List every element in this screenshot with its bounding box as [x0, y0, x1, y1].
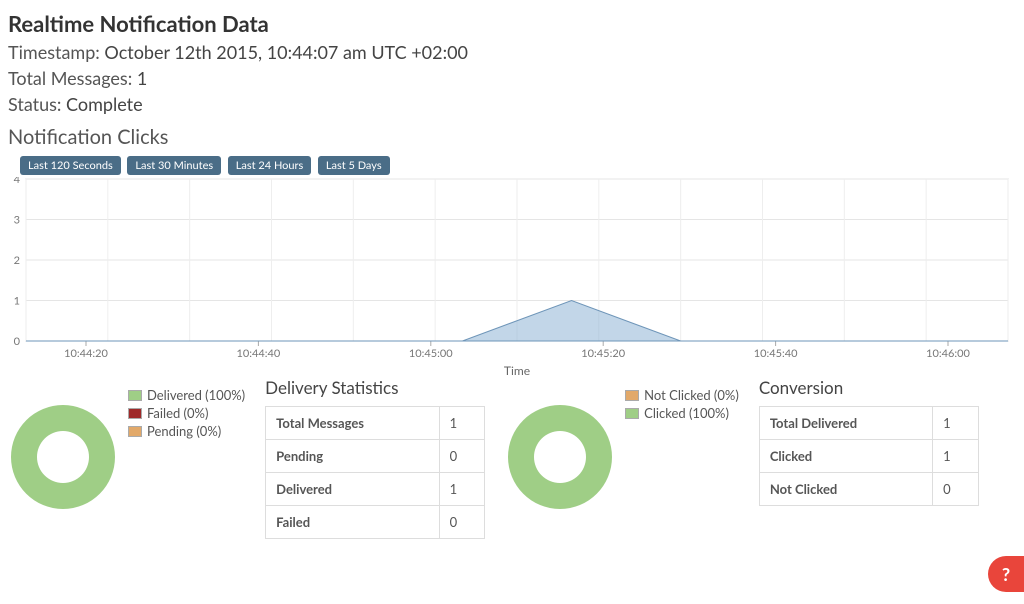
stat-value: 1 [933, 407, 979, 440]
stat-label: Not Clicked [759, 473, 932, 506]
total-messages-line: Total Messages: 1 [8, 67, 1016, 89]
legend-label: Failed (0%) [147, 405, 208, 421]
table-row: Clicked1 [759, 440, 978, 473]
time-btn-5d[interactable]: Last 5 Days [318, 156, 390, 175]
table-row: Total Delivered1 [759, 407, 978, 440]
legend-label: Not Clicked (0%) [644, 387, 739, 403]
stat-label: Total Delivered [759, 407, 932, 440]
legend-item: Failed (0%) [128, 405, 245, 421]
legend-label: Delivered (100%) [147, 387, 245, 403]
table-row: Failed0 [266, 506, 485, 539]
svg-text:Time: Time [504, 363, 530, 377]
stat-label: Failed [266, 506, 440, 539]
legend-item: Delivered (100%) [128, 387, 245, 403]
conversion-legend: Not Clicked (0%) Clicked (100%) [625, 387, 739, 423]
time-btn-120s[interactable]: Last 120 Seconds [20, 156, 121, 175]
svg-text:3: 3 [14, 214, 20, 227]
svg-text:10:45:00: 10:45:00 [409, 347, 453, 360]
svg-text:10:44:40: 10:44:40 [237, 347, 281, 360]
legend-swatch [625, 408, 639, 419]
stat-value: 1 [439, 473, 485, 506]
timestamp-value: October 12th 2015, 10:44:07 am UTC +02:0… [104, 41, 468, 63]
time-btn-30m[interactable]: Last 30 Minutes [127, 156, 221, 175]
svg-text:2: 2 [14, 254, 20, 267]
total-messages-label: Total Messages: [8, 67, 132, 89]
stat-label: Delivered [266, 473, 440, 506]
svg-text:1: 1 [14, 295, 20, 308]
svg-text:10:46:00: 10:46:00 [926, 347, 970, 360]
svg-text:0: 0 [14, 335, 21, 348]
svg-text:10:44:20: 10:44:20 [64, 347, 108, 360]
clicks-section-title: Notification Clicks [8, 125, 1016, 149]
time-range-buttons: Last 120 Seconds Last 30 Minutes Last 24… [20, 155, 1016, 175]
delivery-legend: Delivered (100%) Failed (0%) Pending (0%) [128, 387, 245, 441]
conversion-stats-panel: Conversion Total Delivered1Clicked1Not C… [759, 377, 979, 539]
legend-item: Not Clicked (0%) [625, 387, 739, 403]
legend-item: Pending (0%) [128, 423, 245, 439]
stat-value: 1 [933, 440, 979, 473]
stat-label: Clicked [759, 440, 932, 473]
legend-swatch [625, 390, 639, 401]
conversion-stats-title: Conversion [759, 377, 979, 398]
stat-value: 0 [933, 473, 979, 506]
svg-text:4: 4 [14, 177, 21, 186]
stat-label: Total Messages [266, 407, 440, 440]
conversion-donut-panel: Not Clicked (0%) Clicked (100%) [505, 377, 739, 539]
status-value: Complete [66, 93, 143, 115]
table-row: Not Clicked0 [759, 473, 978, 506]
legend-item: Clicked (100%) [625, 405, 739, 421]
stat-value: 0 [439, 440, 485, 473]
legend-label: Clicked (100%) [644, 405, 729, 421]
conversion-stats-table: Total Delivered1Clicked1Not Clicked0 [759, 406, 979, 506]
stat-value: 0 [439, 506, 485, 539]
delivery-donut-panel: Delivered (100%) Failed (0%) Pending (0%) [8, 377, 245, 539]
delivery-stats-panel: Delivery Statistics Total Messages1Pendi… [265, 377, 485, 539]
stat-label: Pending [266, 440, 440, 473]
page-title: Realtime Notification Data [8, 10, 1016, 37]
svg-text:10:45:40: 10:45:40 [754, 347, 798, 360]
legend-swatch [128, 390, 142, 401]
delivery-stats-table: Total Messages1Pending0Delivered1Failed0 [265, 406, 485, 539]
timestamp-line: Timestamp: October 12th 2015, 10:44:07 a… [8, 41, 1016, 63]
help-button[interactable]: ? [988, 556, 1024, 592]
status-label: Status: [8, 93, 61, 115]
legend-swatch [128, 426, 142, 437]
table-row: Total Messages1 [266, 407, 485, 440]
legend-label: Pending (0%) [147, 423, 221, 439]
time-btn-24h[interactable]: Last 24 Hours [228, 156, 312, 175]
stat-value: 1 [439, 407, 485, 440]
status-line: Status: Complete [8, 93, 1016, 115]
table-row: Pending0 [266, 440, 485, 473]
svg-text:10:45:20: 10:45:20 [581, 347, 625, 360]
total-messages-value: 1 [137, 67, 147, 89]
legend-swatch [128, 408, 142, 419]
timestamp-label: Timestamp: [8, 41, 100, 63]
clicks-chart: 0 1 2 3 4 10:44:20 10:44:40 10:45:00 10:45:20 10:… [8, 177, 1016, 367]
delivery-stats-title: Delivery Statistics [265, 377, 485, 398]
table-row: Delivered1 [266, 473, 485, 506]
